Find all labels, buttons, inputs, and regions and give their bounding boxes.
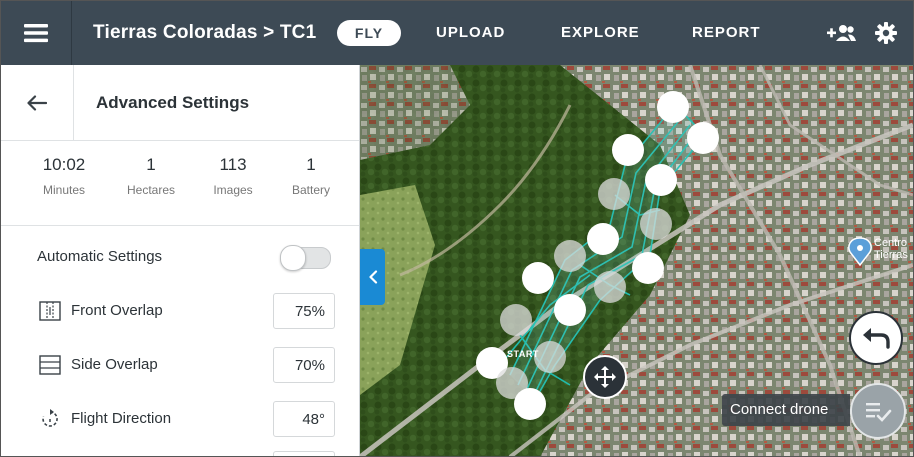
start-label: START: [507, 349, 539, 359]
panel-title: Advanced Settings: [96, 93, 250, 112]
app-window: Tierras Coloradas > TC1 FLY UPLOAD EXPLO…: [0, 0, 914, 457]
automatic-settings-toggle[interactable]: [280, 245, 331, 271]
connect-drone-label[interactable]: Connect drone: [722, 394, 850, 426]
collapse-panel-button[interactable]: [360, 249, 385, 305]
tab-report[interactable]: REPORT: [692, 1, 761, 65]
stat-hectares: 1 Hectares: [111, 155, 191, 197]
connect-drone-button[interactable]: [850, 383, 906, 439]
stat-label: Minutes: [42, 183, 86, 197]
flight-direction-row: Flight Direction 48°: [1, 399, 359, 439]
tab-explore[interactable]: EXPLORE: [561, 1, 640, 65]
tab-fly[interactable]: FLY: [337, 20, 401, 46]
rotate-icon: [42, 409, 58, 427]
side-overlap-label: Side Overlap: [71, 356, 158, 373]
stat-minutes: 10:02 Minutes: [24, 155, 104, 197]
front-overlap-icon: [39, 301, 61, 321]
move-icon: [594, 366, 616, 388]
side-overlap-input[interactable]: 70%: [273, 347, 335, 383]
undo-button[interactable]: [849, 311, 903, 365]
side-overlap-row: Side Overlap 70%: [1, 345, 359, 385]
automatic-settings-row: Automatic Settings: [1, 237, 359, 277]
flight-direction-label: Flight Direction: [71, 410, 172, 427]
next-setting-input[interactable]: [273, 451, 335, 456]
gear-icon[interactable]: [874, 21, 898, 45]
stat-value: 113: [219, 155, 247, 174]
add-user-icon[interactable]: [827, 21, 857, 45]
toggle-knob: [280, 245, 306, 271]
arrow-left-icon: [27, 94, 47, 111]
stat-images: 113 Images: [193, 155, 273, 197]
stat-label: Battery: [291, 183, 330, 197]
stat-value: 10:02: [42, 155, 86, 174]
move-handle[interactable]: [583, 355, 627, 399]
front-overlap-row: Front Overlap 75%: [1, 291, 359, 331]
chevron-left-icon: [368, 270, 377, 284]
top-bar: Tierras Coloradas > TC1 FLY UPLOAD EXPLO…: [1, 1, 913, 65]
tab-upload[interactable]: UPLOAD: [436, 1, 505, 65]
stat-label: Hectares: [126, 183, 176, 197]
poi-label: Centro Tierras: [874, 237, 908, 261]
side-overlap-icon: [39, 355, 61, 375]
stat-battery: 1 Battery: [271, 155, 351, 197]
back-button[interactable]: [1, 65, 74, 140]
panel-header: Advanced Settings: [1, 65, 359, 141]
hamburger-icon: [24, 24, 48, 43]
stat-label: Images: [213, 183, 253, 197]
undo-icon: [863, 328, 890, 349]
stat-value: 1: [146, 155, 156, 174]
settings-panel: Advanced Settings 10:02 Minutes 1 Hectar…: [1, 65, 360, 456]
automatic-settings-label: Automatic Settings: [37, 248, 163, 265]
flight-direction-input[interactable]: 48°: [273, 401, 335, 437]
checklist-icon: [866, 403, 892, 422]
stat-value: 1: [306, 155, 316, 174]
project-title[interactable]: Tierras Coloradas > TC1: [93, 1, 316, 65]
front-overlap-label: Front Overlap: [71, 302, 163, 319]
menu-button[interactable]: [1, 1, 72, 65]
flight-stats: 10:02 Minutes 1 Hectares 113 Images 1 Ba…: [1, 141, 359, 226]
front-overlap-input[interactable]: 75%: [273, 293, 335, 329]
